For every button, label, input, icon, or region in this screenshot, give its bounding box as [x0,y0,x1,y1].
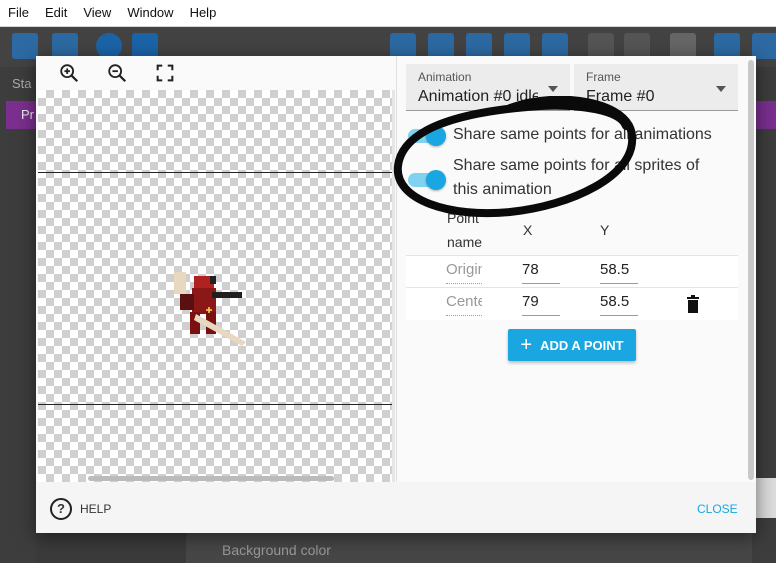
preview-horizontal-scrollbar[interactable] [88,476,334,481]
point-y-input[interactable]: 58.5 [600,261,638,284]
menu-bar: File Edit View Window Help [0,0,776,27]
animation-select-label: Animation [418,70,472,84]
point-name-input[interactable]: Center [446,293,482,316]
point-x-input[interactable]: 79 [522,293,560,316]
fit-screen-icon[interactable] [154,62,176,84]
background-start-label: Sta [12,76,32,91]
background-tab-label: Pr [21,107,34,122]
menu-window[interactable]: Window [119,0,181,26]
menu-view[interactable]: View [75,0,119,26]
trash-icon[interactable] [686,295,700,313]
panel-scrollbar[interactable] [748,60,754,480]
plus-icon: + [520,334,533,356]
close-button[interactable]: CLOSE [697,502,738,516]
point-x-input[interactable]: 78 [522,261,560,284]
annotation-circle [393,96,637,218]
bounds-line-top [38,172,394,173]
preview-toolbar [36,56,396,90]
add-point-label: ADD A POINT [540,337,624,353]
point-y-input[interactable]: 58.5 [600,293,638,316]
help-button[interactable]: ? HELP [50,498,111,520]
menu-file[interactable]: File [0,0,37,26]
background-left-panel [0,67,36,563]
help-icon: ? [50,498,72,520]
chevron-down-icon [716,86,726,92]
table-row: Center 79 58.5 [406,287,738,320]
zoom-out-icon[interactable] [106,62,128,84]
frame-select-label: Frame [586,70,621,84]
menu-edit[interactable]: Edit [37,0,75,26]
point-name-input[interactable]: Origin [446,261,482,284]
chevron-down-icon [548,86,558,92]
dialog-footer: ? HELP CLOSE [36,482,756,533]
help-label: HELP [80,502,112,516]
project-icon[interactable] [12,33,38,59]
add-point-button[interactable]: + ADD A POINT [508,329,636,361]
bounds-line-bottom [38,404,394,405]
sprite-preview-canvas[interactable] [38,90,394,482]
sprite-image [174,272,246,346]
table-row: Origin 78 58.5 [406,255,738,288]
points-editor-dialog: Animation Animation #0 idle Frame Frame … [36,56,756,533]
background-color-label: Background color [222,542,331,558]
zoom-in-icon[interactable] [58,62,80,84]
menu-help[interactable]: Help [182,0,225,26]
